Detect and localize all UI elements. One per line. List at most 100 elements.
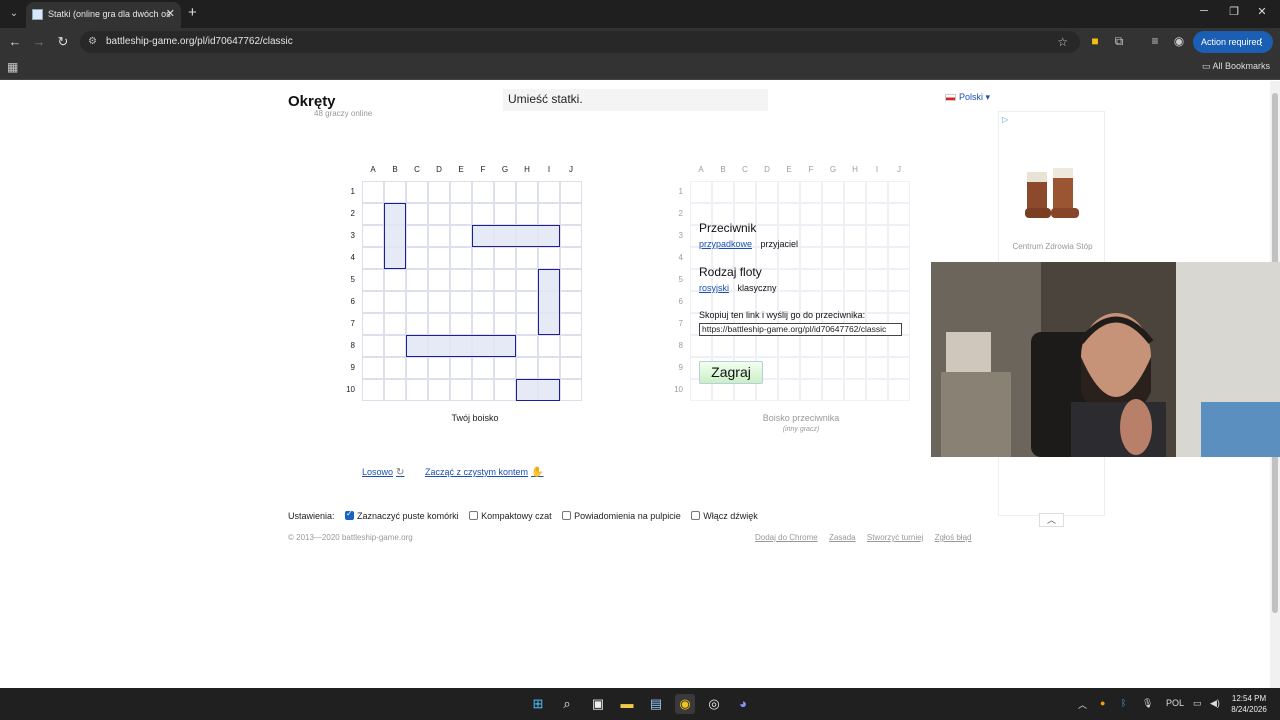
back-icon[interactable]: ← xyxy=(7,34,23,49)
my-board-cell-A5[interactable] xyxy=(362,269,384,291)
tray-app-icon[interactable]: ● xyxy=(1100,698,1105,708)
footer-link-report-bug[interactable]: Zgłoś błąd xyxy=(935,533,972,542)
opponent-board-cell-F3[interactable] xyxy=(800,225,822,247)
my-board-cell-B5[interactable] xyxy=(384,269,406,291)
opponent-board-cell-J3[interactable] xyxy=(888,225,910,247)
ship[interactable] xyxy=(406,335,516,357)
my-board-cell-D6[interactable] xyxy=(428,291,450,313)
my-board-cell-D3[interactable] xyxy=(428,225,450,247)
my-board-cell-E10[interactable] xyxy=(450,379,472,401)
fleet-russian-link[interactable]: rosyjski xyxy=(699,283,729,293)
my-board-cell-G5[interactable] xyxy=(494,269,516,291)
my-board-cell-D5[interactable] xyxy=(428,269,450,291)
opponent-board-cell-F5[interactable] xyxy=(800,269,822,291)
profile-icon[interactable]: ◉ xyxy=(1171,34,1187,48)
opponent-board-cell-I4[interactable] xyxy=(866,247,888,269)
my-board-cell-H7[interactable] xyxy=(516,313,538,335)
my-board-cell-D7[interactable] xyxy=(428,313,450,335)
my-board-cell-B7[interactable] xyxy=(384,313,406,335)
close-window-icon[interactable]: ✕ xyxy=(1252,5,1272,18)
ship[interactable] xyxy=(516,379,560,401)
opponent-board-cell-G10[interactable] xyxy=(822,379,844,401)
opponent-board-cell-J10[interactable] xyxy=(888,379,910,401)
language-selector[interactable]: Polski ▾ xyxy=(945,92,990,103)
opponent-board-cell-I6[interactable] xyxy=(866,291,888,313)
reload-icon[interactable]: ↻ xyxy=(55,34,71,50)
opponent-board-cell-H8[interactable] xyxy=(844,335,866,357)
opponent-board-cell-H2[interactable] xyxy=(844,203,866,225)
my-board-cell-G7[interactable] xyxy=(494,313,516,335)
opponent-board-cell-C8[interactable] xyxy=(734,335,756,357)
opponent-board-cell-B1[interactable] xyxy=(712,181,734,203)
my-board-cell-E1[interactable] xyxy=(450,181,472,203)
forward-icon[interactable]: → xyxy=(31,34,47,49)
opponent-board-cell-D8[interactable] xyxy=(756,335,778,357)
opponent-board-cell-F9[interactable] xyxy=(800,357,822,379)
my-board-cell-G2[interactable] xyxy=(494,203,516,225)
my-board-cell-J7[interactable] xyxy=(560,313,582,335)
site-info-icon[interactable]: ⚙ xyxy=(88,31,97,53)
extension-icon[interactable]: ■ xyxy=(1087,34,1103,48)
my-board-cell-D4[interactable] xyxy=(428,247,450,269)
my-board-cell-G4[interactable] xyxy=(494,247,516,269)
obs-icon[interactable]: ◎ xyxy=(704,694,724,714)
my-board-cell-J10[interactable] xyxy=(560,379,582,401)
opponent-board-cell-I10[interactable] xyxy=(866,379,888,401)
my-board-cell-D1[interactable] xyxy=(428,181,450,203)
ship[interactable] xyxy=(384,203,406,269)
my-board-cell-E3[interactable] xyxy=(450,225,472,247)
search-icon[interactable]: ⌕ xyxy=(557,694,577,714)
opponent-board-cell-I5[interactable] xyxy=(866,269,888,291)
opponent-board-cell-B8[interactable] xyxy=(712,335,734,357)
opponent-board-cell-G2[interactable] xyxy=(822,203,844,225)
my-board-cell-F9[interactable] xyxy=(472,357,494,379)
my-board-cell-E5[interactable] xyxy=(450,269,472,291)
my-board-cell-J5[interactable] xyxy=(560,269,582,291)
opponent-board-cell-F4[interactable] xyxy=(800,247,822,269)
my-board-cell-I8[interactable] xyxy=(538,335,560,357)
opponent-board-cell-H1[interactable] xyxy=(844,181,866,203)
opponent-board-cell-G8[interactable] xyxy=(822,335,844,357)
opponent-board-cell-J9[interactable] xyxy=(888,357,910,379)
opponent-board-cell-G3[interactable] xyxy=(822,225,844,247)
opponent-board-cell-H4[interactable] xyxy=(844,247,866,269)
my-board-cell-B8[interactable] xyxy=(384,335,406,357)
my-board-cell-C3[interactable] xyxy=(406,225,428,247)
checkbox-icon[interactable] xyxy=(691,511,701,520)
my-board-cell-A2[interactable] xyxy=(362,203,384,225)
media-control-icon[interactable]: ≡ xyxy=(1147,34,1163,48)
my-board-cell-A7[interactable] xyxy=(362,313,384,335)
checkbox-checked-icon[interactable] xyxy=(345,509,355,520)
discord-icon[interactable]: ◕ xyxy=(733,694,753,714)
opponent-board-cell-G5[interactable] xyxy=(822,269,844,291)
opponent-board-cell-A1[interactable] xyxy=(690,181,712,203)
my-board-cell-J2[interactable] xyxy=(560,203,582,225)
footer-link-tournament[interactable]: Stworzyć turniej xyxy=(867,533,923,542)
my-board-cell-A4[interactable] xyxy=(362,247,384,269)
my-board-cell-E7[interactable] xyxy=(450,313,472,335)
my-board-cell-G10[interactable] xyxy=(494,379,516,401)
my-board-cell-I2[interactable] xyxy=(538,203,560,225)
opponent-random-link[interactable]: przypadkowe xyxy=(699,239,752,249)
my-board-cell-J1[interactable] xyxy=(560,181,582,203)
opponent-board-cell-E10[interactable] xyxy=(778,379,800,401)
opponent-board-cell-F10[interactable] xyxy=(800,379,822,401)
clock[interactable]: 12:54 PM 8/24/2026 xyxy=(1226,693,1272,715)
my-board-cell-F1[interactable] xyxy=(472,181,494,203)
footer-link-add-to-chrome[interactable]: Dodaj do Chrome xyxy=(755,533,818,542)
my-board-cell-F2[interactable] xyxy=(472,203,494,225)
my-board-cell-J3[interactable] xyxy=(560,225,582,247)
opponent-board-cell-I3[interactable] xyxy=(866,225,888,247)
play-button[interactable]: Zagraj xyxy=(699,361,763,384)
my-board-cell-D9[interactable] xyxy=(428,357,450,379)
file-explorer-icon[interactable]: ▬ xyxy=(617,694,637,714)
my-board-cell-E2[interactable] xyxy=(450,203,472,225)
all-bookmarks-button[interactable]: ▭ All Bookmarks xyxy=(1202,61,1270,72)
my-board-cell-J8[interactable] xyxy=(560,335,582,357)
my-board-cell-B6[interactable] xyxy=(384,291,406,313)
my-board-cell-C7[interactable] xyxy=(406,313,428,335)
my-board-cell-F10[interactable] xyxy=(472,379,494,401)
clear-board-link[interactable]: Zacząć z czystym kontem ✋ xyxy=(425,467,543,478)
opponent-board-cell-D1[interactable] xyxy=(756,181,778,203)
footer-link-rules[interactable]: Zasada xyxy=(829,533,856,542)
